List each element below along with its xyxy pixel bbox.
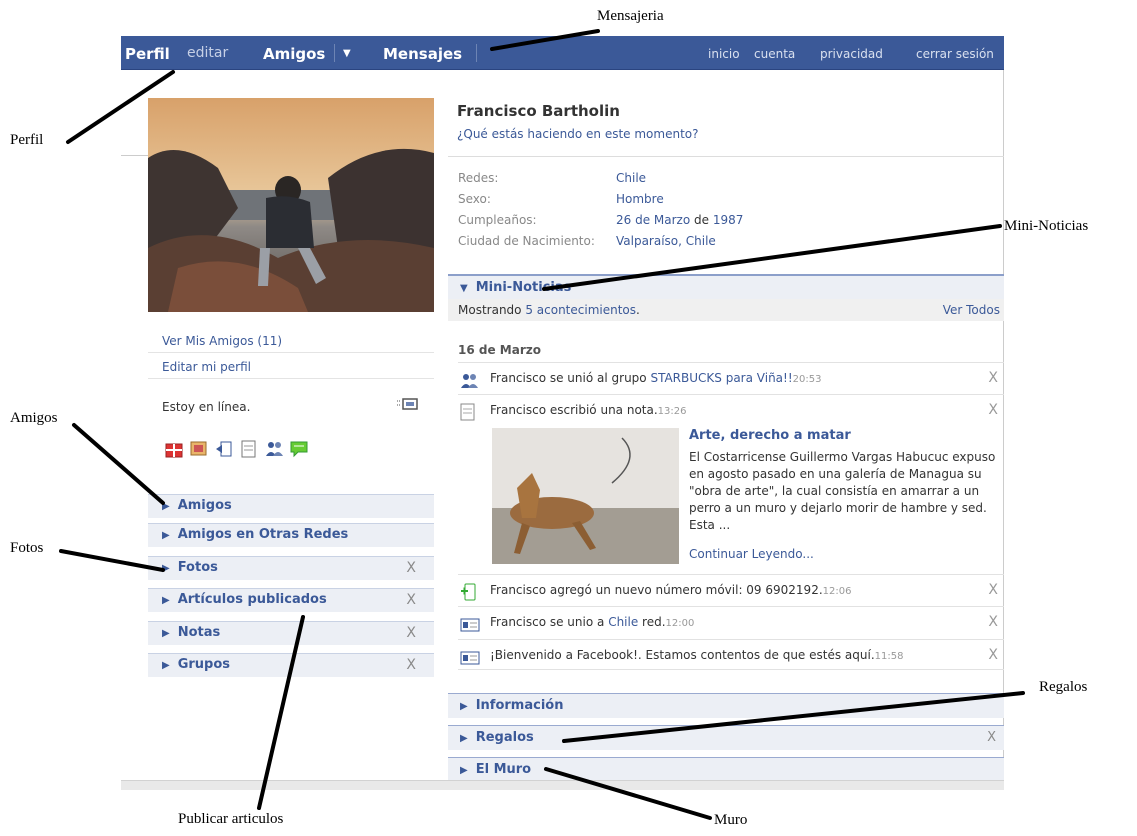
annotation-publicar-articulos: Publicar articulos	[178, 811, 284, 827]
annotation-mini-noticias: Mini-Noticias	[1004, 218, 1089, 234]
annotation-muro: Muro	[714, 812, 748, 828]
annotation-fotos: Fotos	[10, 540, 44, 556]
annotation-arrows	[59, 29, 1025, 820]
annotation-perfil: Perfil	[10, 132, 44, 148]
annotation-regalos: Regalos	[1039, 679, 1088, 695]
annotation-amigos: Amigos	[10, 410, 58, 426]
annotation-mensajeria: Mensajeria	[597, 8, 664, 24]
